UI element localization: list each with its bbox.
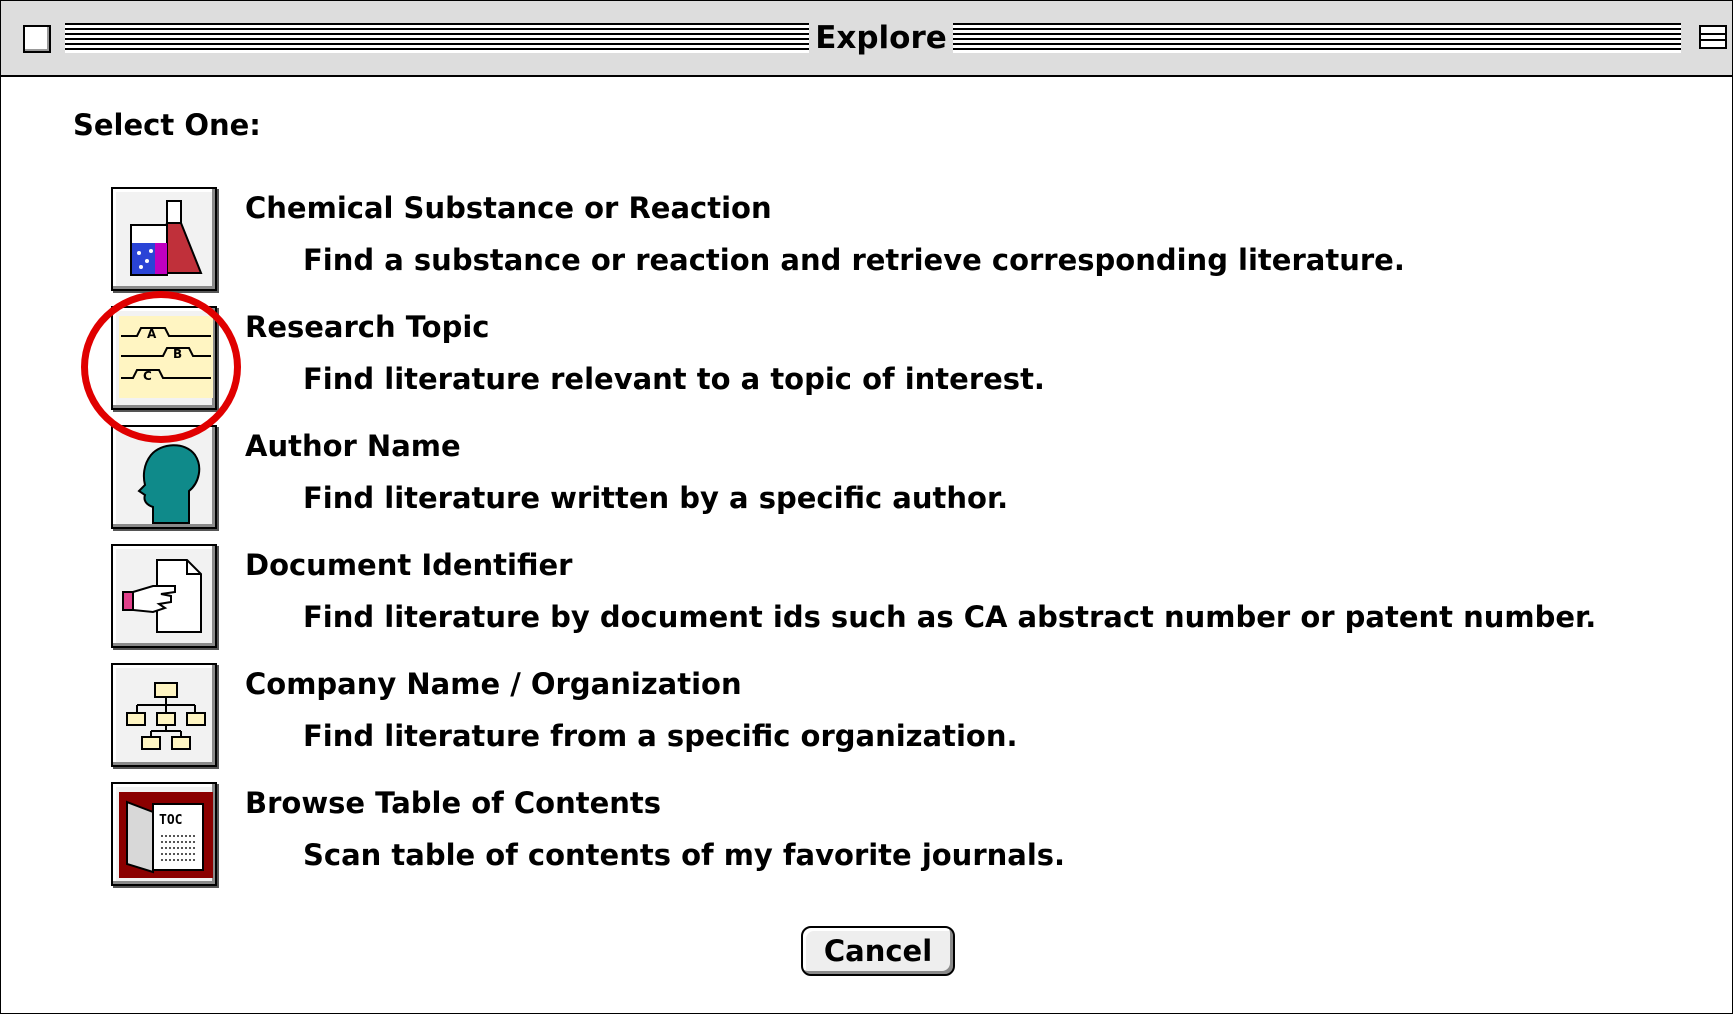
title-stripes-right <box>953 23 1681 53</box>
explore-window: Explore Select One: Chemical Substance o… <box>0 0 1733 1014</box>
title-stripes-left <box>65 23 809 53</box>
toc-book-icon: TOC <box>119 792 213 878</box>
option-description: Find a substance or reaction and retriev… <box>303 243 1405 277</box>
option-description: Scan table of contents of my favorite jo… <box>303 838 1066 872</box>
highlight-circle <box>81 291 241 443</box>
option-title[interactable]: Document Identifier <box>245 548 572 582</box>
window-title: Explore <box>809 15 953 61</box>
title-bar[interactable]: Explore <box>1 1 1732 77</box>
option-description: Find literature relevant to a topic of i… <box>303 362 1045 396</box>
flask-beaker-icon <box>130 200 203 276</box>
option-description: Find literature written by a specific au… <box>303 481 1009 515</box>
collapse-box-icon[interactable] <box>1699 25 1727 49</box>
select-one-label: Select One: <box>73 108 261 142</box>
org-chart-icon <box>126 682 206 750</box>
hand-document-icon <box>122 559 202 633</box>
chemical-substance-button[interactable] <box>111 187 217 291</box>
company-name-button[interactable] <box>111 663 217 767</box>
browse-toc-button[interactable]: TOC <box>111 782 217 886</box>
option-document-identifier: Document Identifier Find literature by d… <box>1 544 1734 662</box>
option-title[interactable]: Author Name <box>245 429 461 463</box>
option-research-topic: A B C Research Topic Find literature rel… <box>1 306 1734 424</box>
option-description: Find literature by document ids such as … <box>303 600 1597 634</box>
option-description: Find literature from a specific organiza… <box>303 719 1018 753</box>
option-company-name: Company Name / Organization Find literat… <box>1 663 1734 781</box>
document-identifier-button[interactable] <box>111 544 217 648</box>
option-chemical-substance: Chemical Substance or Reaction Find a su… <box>1 187 1734 305</box>
cancel-button[interactable]: Cancel <box>801 926 955 976</box>
option-title[interactable]: Browse Table of Contents <box>245 786 661 820</box>
close-box-icon[interactable] <box>23 25 51 53</box>
option-browse-toc: TOC Browse Table of Contents Scan table … <box>1 782 1734 900</box>
option-author-name: Author Name Find literature written by a… <box>1 425 1734 543</box>
svg-text:TOC: TOC <box>159 813 182 828</box>
option-title[interactable]: Company Name / Organization <box>245 667 742 701</box>
option-title[interactable]: Research Topic <box>245 310 489 344</box>
option-title[interactable]: Chemical Substance or Reaction <box>245 191 772 225</box>
